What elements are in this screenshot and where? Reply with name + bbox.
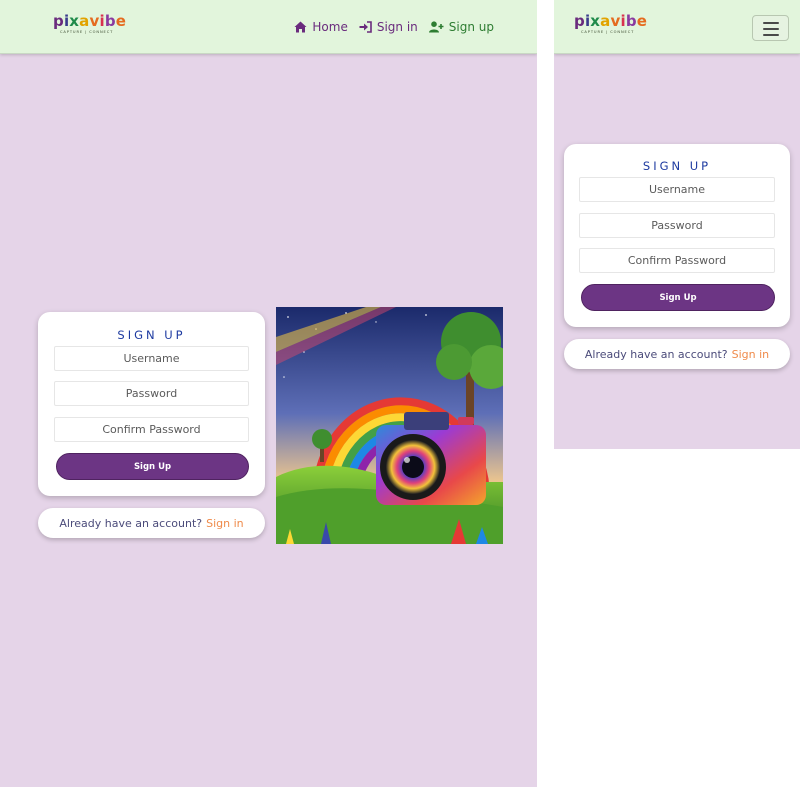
mobile-signin-prompt-link[interactable]: Sign in bbox=[732, 348, 770, 361]
desktop-viewport: pixavibe CAPTURE | CONNECT Home Sign in … bbox=[0, 0, 537, 787]
mobile-confirm-password-field[interactable] bbox=[579, 248, 775, 273]
brand-logo[interactable]: pixavibe CAPTURE | CONNECT bbox=[53, 12, 127, 39]
sign-in-icon bbox=[359, 21, 372, 33]
nav-signin-link[interactable]: Sign in bbox=[359, 19, 418, 35]
signup-card: SIGN UP Sign Up bbox=[38, 312, 265, 496]
brand-tagline: CAPTURE | CONNECT bbox=[60, 30, 114, 34]
navbar: pixavibe CAPTURE | CONNECT Home Sign in … bbox=[0, 0, 537, 54]
nav-home-label: Home bbox=[312, 20, 348, 34]
mobile-brand-name: pixavibe bbox=[574, 12, 648, 30]
confirm-password-field[interactable] bbox=[54, 417, 249, 442]
hamburger-icon-bar bbox=[763, 34, 779, 36]
mobile-password-field[interactable] bbox=[579, 213, 775, 238]
mobile-navbar: pixavibe CAPTURE | CONNECT bbox=[554, 0, 800, 54]
hamburger-icon-bar bbox=[763, 28, 779, 30]
form-title: SIGN UP bbox=[117, 328, 186, 342]
mobile-signin-prompt-card: Already have an account? Sign in bbox=[564, 339, 790, 369]
hero-rainbow-camera-image bbox=[276, 307, 503, 544]
hamburger-icon bbox=[763, 22, 779, 24]
mobile-username-field[interactable] bbox=[579, 177, 775, 202]
mobile-signup-submit-button[interactable]: Sign Up bbox=[581, 284, 775, 311]
nav-signin-label: Sign in bbox=[376, 20, 418, 34]
password-field[interactable] bbox=[54, 381, 249, 406]
mobile-form-title: SIGN UP bbox=[642, 159, 712, 173]
user-plus-icon bbox=[428, 21, 444, 33]
signup-submit-button[interactable]: Sign Up bbox=[56, 453, 249, 480]
signin-prompt-card: Already have an account? Sign in bbox=[38, 508, 265, 538]
mobile-brand-logo[interactable]: pixavibe CAPTURE | CONNECT bbox=[574, 12, 648, 39]
username-field[interactable] bbox=[54, 346, 249, 371]
mobile-viewport: pixavibe CAPTURE | CONNECT SIGN UP Sign … bbox=[554, 0, 800, 449]
signin-prompt-link[interactable]: Sign in bbox=[206, 517, 244, 530]
nav-signup-link[interactable]: Sign up bbox=[428, 19, 494, 35]
nav-home-link[interactable]: Home bbox=[294, 19, 348, 35]
hamburger-menu-button[interactable] bbox=[752, 15, 789, 41]
nav-signup-label: Sign up bbox=[448, 20, 494, 34]
mobile-signup-card: SIGN UP Sign Up bbox=[564, 144, 790, 327]
signin-prompt-text: Already have an account? bbox=[59, 516, 203, 530]
nav-links: Home Sign in Sign up bbox=[294, 19, 494, 35]
brand-name: pixavibe bbox=[53, 12, 127, 30]
mobile-brand-tagline: CAPTURE | CONNECT bbox=[581, 30, 635, 34]
mobile-signin-prompt-text: Already have an account? bbox=[584, 347, 728, 361]
house-icon bbox=[294, 21, 307, 33]
